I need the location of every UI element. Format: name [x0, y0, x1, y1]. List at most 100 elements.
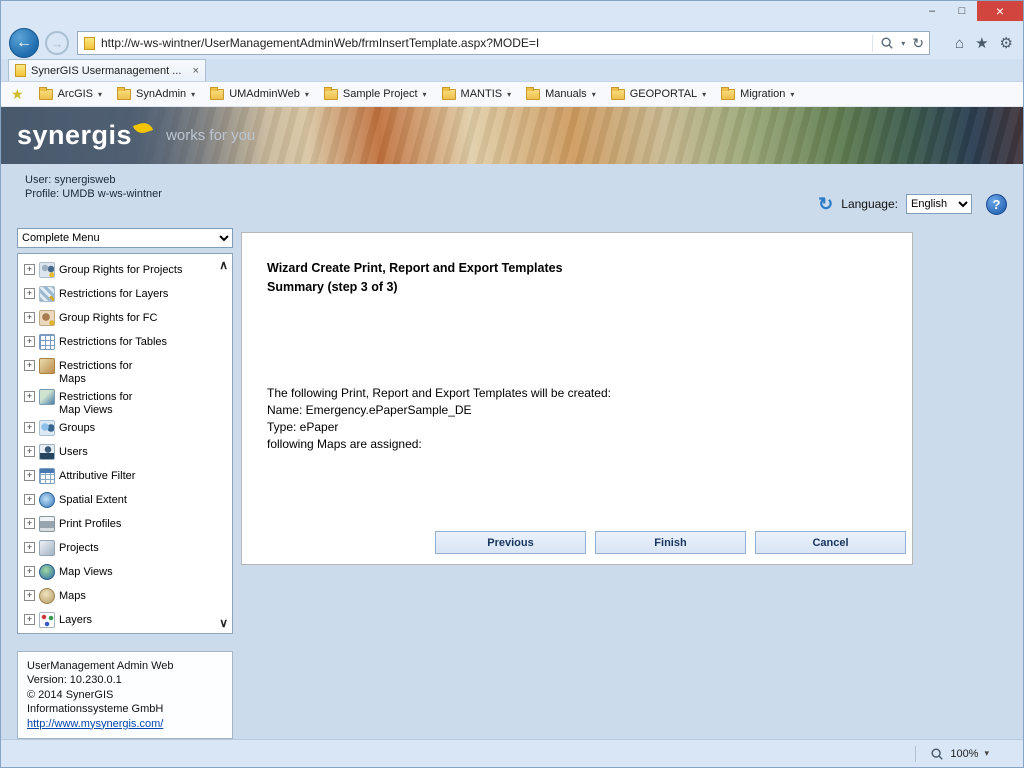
browser-tab[interactable]: SynerGIS Usermanagement ... × [8, 59, 206, 81]
logo-tagline: works for you [166, 127, 255, 144]
expand-icon[interactable]: + [24, 614, 35, 625]
page-icon [84, 37, 95, 50]
expand-icon[interactable]: + [24, 590, 35, 601]
menu-tree: ∧ ∨ + Group Rights for Projects +Restricti… [17, 253, 233, 634]
scroll-down-icon[interactable]: ∨ [219, 616, 228, 630]
close-button[interactable]: × [977, 1, 1023, 21]
refresh-icon[interactable]: ↻ [912, 35, 924, 52]
tree-item-layers[interactable]: +Layers [22, 609, 212, 633]
expand-icon[interactable]: + [24, 391, 35, 402]
group-rights-for-fc-icon [39, 310, 55, 326]
expand-icon[interactable]: + [24, 336, 35, 347]
tree-item-groups[interactable]: +Groups [22, 417, 212, 441]
content-area: Complete Menu ∧ ∨ + Group Rights for Proj… [1, 224, 1023, 739]
chevron-down-icon: ▾ [790, 90, 794, 99]
favorite-label: MANTIS [461, 88, 503, 100]
home-icon[interactable]: ⌂ [955, 35, 964, 52]
tree-item-restrictions-for-layers[interactable]: +Restrictions for Layers [22, 283, 212, 307]
language-select[interactable]: English [906, 194, 972, 214]
favorite-item[interactable]: Sample Project▾ [324, 88, 427, 100]
favorite-item[interactable]: ArcGIS▾ [39, 88, 102, 100]
scroll-up-icon[interactable]: ∧ [219, 258, 228, 272]
back-button[interactable]: ← [9, 28, 39, 58]
tab-row: SynerGIS Usermanagement ... × [1, 59, 1023, 82]
users-icon [39, 444, 55, 460]
expand-icon[interactable]: + [24, 518, 35, 529]
tree-item-spatial-extent[interactable]: +Spatial Extent [22, 489, 212, 513]
refresh-language-icon[interactable]: ↻ [818, 194, 833, 215]
favorite-item[interactable]: GEOPORTAL▾ [611, 88, 706, 100]
favorite-item[interactable]: Manuals▾ [526, 88, 596, 100]
tree-item-restrictions-for-maps[interactable]: +Restrictions for Maps [22, 355, 212, 386]
zoom-icon[interactable] [930, 747, 944, 761]
address-bar[interactable]: http://w-ws-wintner/UserManagementAdminW… [77, 31, 930, 55]
chevron-down-icon: ▾ [592, 90, 596, 99]
help-icon[interactable]: ? [986, 194, 1007, 215]
favorites-star-icon[interactable]: ★ [11, 86, 24, 103]
forward-button[interactable]: → [45, 31, 69, 55]
folder-icon [117, 89, 131, 100]
expand-icon[interactable]: + [24, 470, 35, 481]
favorite-label: Migration [740, 88, 785, 100]
settings-gear-icon[interactable]: ⚙ [1000, 34, 1013, 52]
language-label: Language: [841, 197, 898, 211]
projects-icon [39, 540, 55, 556]
maps-icon [39, 588, 55, 604]
expand-icon[interactable]: + [24, 446, 35, 457]
summary-line: The following Print, Report and Export T… [267, 385, 906, 402]
tree-item-label: Group Rights for Projects [59, 261, 183, 277]
tree-item-projects[interactable]: + Projects [22, 537, 212, 561]
title-bar: – □ × [1, 1, 1023, 27]
favorite-item[interactable]: MANTIS▾ [442, 88, 512, 100]
sidebar: Complete Menu ∧ ∨ + Group Rights for Proj… [17, 228, 233, 739]
folder-icon [210, 89, 224, 100]
expand-icon[interactable]: + [24, 312, 35, 323]
restrictions-for-maps-icon [39, 358, 55, 374]
zoom-level[interactable]: 100% [950, 748, 978, 760]
tree-item-data-sources[interactable]: +Data Sources [22, 633, 212, 634]
menu-filter-select[interactable]: Complete Menu [17, 228, 233, 248]
tab-close-icon[interactable]: × [193, 65, 199, 77]
favorite-item[interactable]: Migration ▾ [721, 88, 794, 100]
tree-item-map-views[interactable]: +Map Views [22, 561, 212, 585]
spatial-extent-icon [39, 492, 55, 508]
expand-icon[interactable]: + [24, 360, 35, 371]
wizard-panel: Wizard Create Print, Report and Export T… [241, 232, 913, 565]
minimize-button[interactable]: – [917, 1, 947, 21]
synergis-website-link[interactable]: http://www.mysynergis.com/ [27, 718, 163, 730]
tree-item-restrictions-for-map-views[interactable]: +Restrictions for Map Views [22, 386, 212, 417]
expand-icon[interactable]: + [24, 542, 35, 553]
tree-item-print-profiles[interactable]: +Print Profiles [22, 513, 212, 537]
favorites-icon[interactable]: ★ [975, 34, 988, 52]
groups-icon [39, 420, 55, 436]
expand-icon[interactable]: + [24, 422, 35, 433]
user-bar: User: synergisweb Profile: UMDB w-ws-win… [1, 164, 1023, 224]
layers-icon [39, 612, 55, 628]
tree-item-maps[interactable]: +Maps [22, 585, 212, 609]
finish-button[interactable]: Finish [595, 531, 746, 554]
tree-item-label: Projects [59, 539, 99, 555]
expand-icon[interactable]: + [24, 264, 35, 275]
tree-item-attributive-filter[interactable]: +Attributive Filter [22, 465, 212, 489]
expand-icon[interactable]: + [24, 494, 35, 505]
tree-item-users[interactable]: + Users [22, 441, 212, 465]
folder-icon [442, 89, 456, 100]
chevron-down-icon: ▾ [305, 90, 309, 99]
favorite-item[interactable]: UMAdminWeb▾ [210, 88, 309, 100]
autocomplete-caret-icon[interactable]: ▾ [901, 39, 905, 48]
favorite-item[interactable]: SynAdmin▾ [117, 88, 195, 100]
about-version: Version: 10.230.0.1 [27, 673, 223, 688]
tree-item-restrictions-for-tables[interactable]: +Restrictions for Tables [22, 331, 212, 355]
url-text: http://w-ws-wintner/UserManagementAdminW… [101, 36, 872, 50]
about-company: Informationssysteme GmbH [27, 702, 223, 717]
zoom-caret-icon[interactable]: ▾ [984, 748, 989, 759]
tree-item-group-rights-for-projects[interactable]: + Group Rights for Projects [22, 259, 212, 283]
search-icon[interactable] [880, 36, 894, 50]
expand-icon[interactable]: + [24, 566, 35, 577]
tree-item-group-rights-for-fc[interactable]: +Group Rights for FC [22, 307, 212, 331]
tree-item-label: Users [59, 443, 88, 459]
cancel-button[interactable]: Cancel [755, 531, 906, 554]
previous-button[interactable]: Previous [435, 531, 586, 554]
expand-icon[interactable]: + [24, 288, 35, 299]
maximize-button[interactable]: □ [947, 1, 977, 21]
